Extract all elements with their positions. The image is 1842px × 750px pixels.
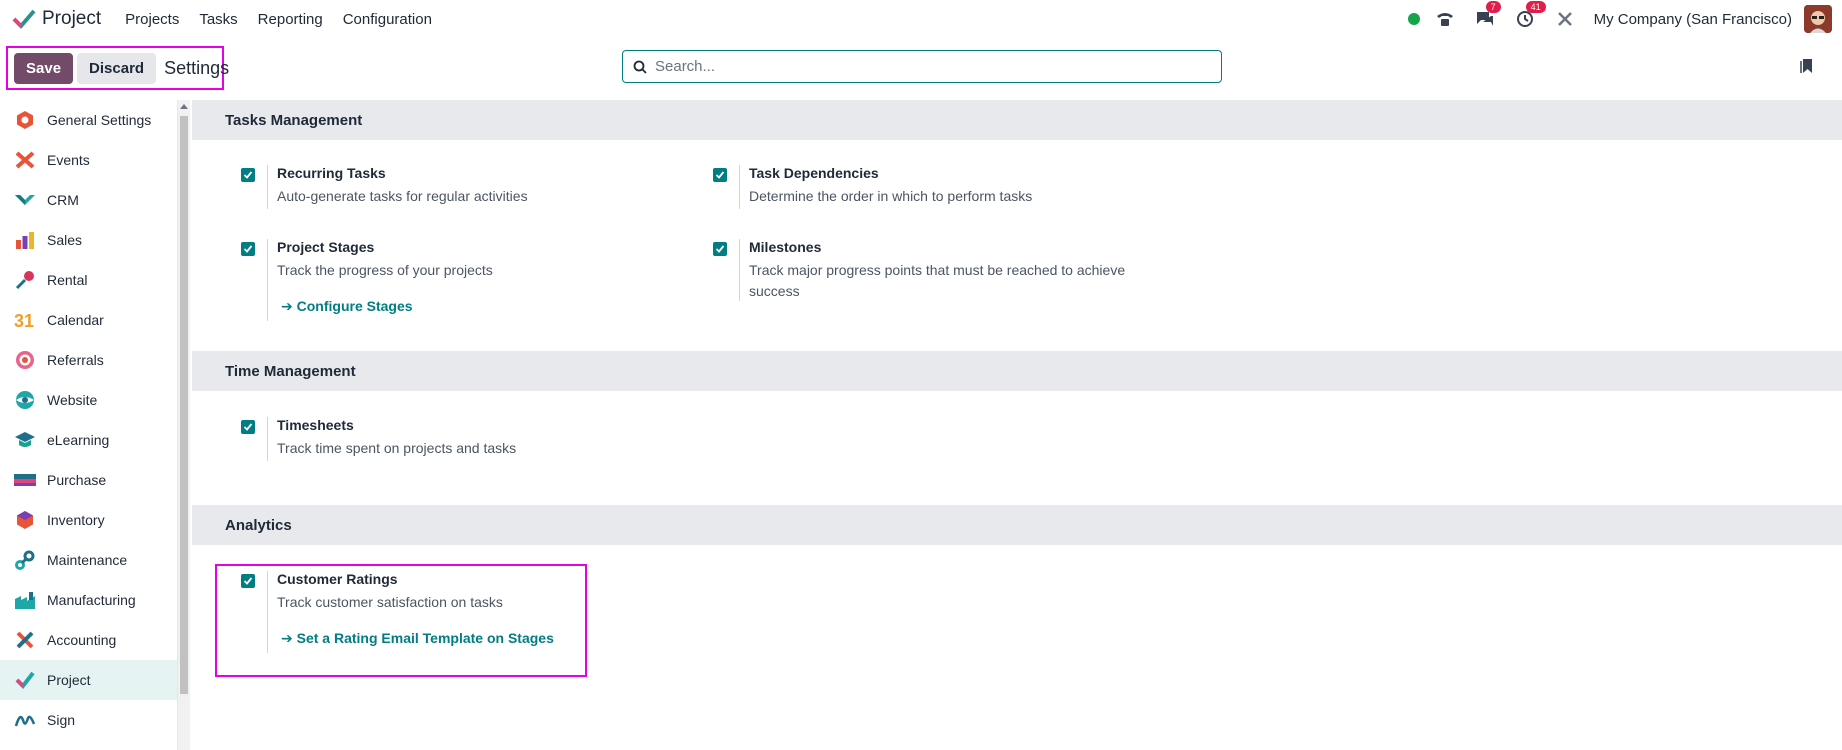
sidebar-item-sign[interactable]: Sign [0,700,177,740]
calendar-icon: 31 [14,309,36,331]
user-avatar[interactable] [1804,5,1832,33]
sidebar-item-inventory[interactable]: Inventory [0,500,177,540]
sidebar-item-website[interactable]: Website [0,380,177,420]
control-panel: Save Discard Settings [0,38,1842,100]
phone-icon[interactable] [1434,8,1456,30]
messages-badge: 7 [1485,1,1501,13]
section-time-management: Time Management [192,351,1842,391]
menu-tasks[interactable]: Tasks [189,11,247,28]
setting-title: Milestones [749,239,822,255]
search-input[interactable] [655,58,1195,75]
setting-task-dependencies: Task Dependencies Determine the order in… [713,165,1133,209]
setting-timesheets: Timesheets Track time spent on projects … [241,417,661,461]
sign-icon [14,709,36,731]
presence-status-icon [1407,13,1420,25]
setting-divider [267,239,268,321]
menu-projects[interactable]: Projects [115,11,189,28]
section-analytics: Analytics [192,505,1842,545]
systray: 7 41 My Company (San Francisco) [1407,0,1832,38]
website-icon [14,389,36,411]
setting-description: Track major progress points that must be… [749,262,1126,299]
setting-recurring-tasks: Recurring Tasks Auto-generate tasks for … [241,165,661,209]
save-button[interactable]: Save [14,52,74,84]
rental-icon [14,269,36,291]
setting-title: Project Stages [277,239,375,255]
setting-divider [739,165,740,209]
sidebar-item-events[interactable]: Events [0,140,177,180]
project-icon [14,669,36,691]
sidebar-item-rental[interactable]: Rental [0,260,177,300]
scrollbar-thumb[interactable] [180,116,188,694]
accounting-icon [14,629,36,651]
crm-icon [14,189,36,211]
svg-text:31: 31 [14,311,34,330]
setting-title: Recurring Tasks [277,165,386,181]
sidebar-item-purchase[interactable]: Purchase [0,460,177,500]
setting-description: Determine the order in which to perform … [749,188,1033,204]
setting-milestones: Milestones Track major progress points t… [713,239,1133,303]
debug-tools-icon[interactable] [1554,8,1576,30]
sidebar-item-manufacturing[interactable]: Manufacturing [0,580,177,620]
menu-configuration[interactable]: Configuration [333,11,442,28]
sidebar-item-general-settings[interactable]: General Settings [0,100,177,140]
scroll-up-arrow-icon[interactable] [180,104,188,109]
task-dependencies-checkbox[interactable] [713,168,727,182]
setting-title: Task Dependencies [749,165,879,181]
sidebar-item-crm[interactable]: CRM [0,180,177,220]
milestones-checkbox[interactable] [713,242,727,256]
page-title: Settings [164,57,230,78]
customer-ratings-highlight [215,564,587,677]
sidebar-item-calendar[interactable]: 31 Calendar [0,300,177,340]
setting-title: Timesheets [277,417,354,433]
setting-divider [739,239,740,301]
inventory-icon [14,509,36,531]
sales-icon [14,229,36,251]
search-bar [622,50,1222,83]
arrow-right-icon: ➔ [281,298,297,314]
setting-description: Auto-generate tasks for regular activiti… [277,188,528,204]
timesheets-checkbox[interactable] [241,420,255,434]
app-name: Project [42,8,102,29]
menu-reporting[interactable]: Reporting [248,11,333,28]
manufacturing-icon [14,589,36,611]
purchase-icon [14,469,36,491]
events-icon [14,149,36,171]
discard-button[interactable]: Discard [77,52,157,84]
messages-icon[interactable]: 7 [1474,1,1501,30]
app-brand[interactable]: Project [12,7,101,31]
activities-clock-icon[interactable]: 41 [1514,1,1546,30]
sidebar-item-project[interactable]: Project [0,660,177,700]
form-actions-highlight: Save Discard Settings [6,46,229,90]
elearning-icon [14,429,36,451]
section-tasks-management: Tasks Management [192,100,1842,140]
maintenance-icon [14,549,36,571]
activities-badge: 41 [1525,1,1546,13]
settings-sidebar: General Settings Events CRM Sales Rental… [0,100,178,750]
project-stages-checkbox[interactable] [241,242,255,256]
sidebar-scrollbar[interactable] [178,100,190,750]
setting-divider [267,417,268,461]
configure-stages-link[interactable]: ➔ Configure Stages [281,298,413,315]
main-menu: Projects Tasks Reporting Configuration [115,11,442,28]
setting-project-stages: Project Stages Track the progress of you… [241,239,661,325]
sidebar-item-accounting[interactable]: Accounting [0,620,177,660]
referrals-icon [14,349,36,371]
setting-description: Track the progress of your projects [277,262,493,278]
search-icon [633,60,647,74]
sidebar-item-sales[interactable]: Sales [0,220,177,260]
setting-divider [267,165,268,209]
sidebar-item-maintenance[interactable]: Maintenance [0,540,177,580]
sidebar-item-elearning[interactable]: eLearning [0,420,177,460]
sidebar-item-referrals[interactable]: Referrals [0,340,177,380]
top-navbar: Project Projects Tasks Reporting Configu… [0,0,1842,38]
general-settings-icon [14,109,36,131]
bookmark-icon[interactable] [1800,58,1814,74]
project-logo-icon [12,9,36,29]
recurring-tasks-checkbox[interactable] [241,168,255,182]
company-switcher[interactable]: My Company (San Francisco) [1594,11,1792,28]
setting-description: Track time spent on projects and tasks [277,440,517,456]
